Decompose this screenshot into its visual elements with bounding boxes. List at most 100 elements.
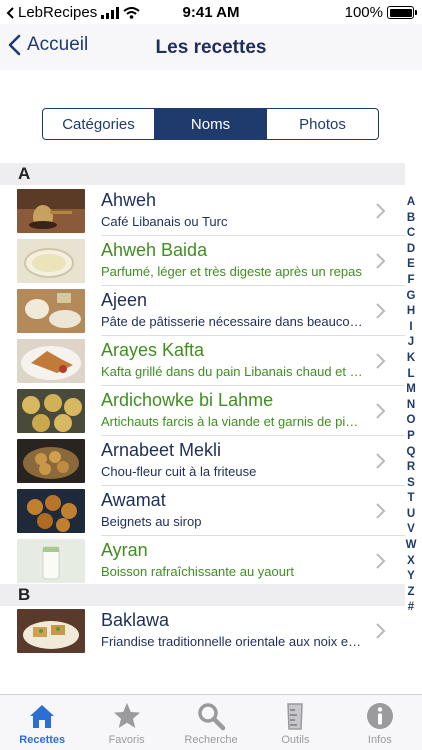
recipe-thumbnail [17, 189, 85, 233]
section-header-b: B [0, 584, 405, 606]
tab-recettes[interactable]: Recettes [0, 695, 84, 750]
tab-recherche[interactable]: Recherche [169, 695, 253, 750]
index-letter[interactable]: J [408, 335, 414, 351]
recipe-row-ardichowke-bi-lahme[interactable]: Ardichowke bi Lahme Artichauts farcis à … [0, 386, 405, 436]
tab-favoris[interactable]: Favoris [84, 695, 168, 750]
recipe-row-awamat[interactable]: Awamat Beignets au sirop [0, 486, 405, 536]
recipe-subtitle: Artichauts farcis à la viande et garnis … [101, 414, 363, 429]
recipe-thumbnail [17, 609, 85, 653]
recipe-row-ayran[interactable]: Ayran Boisson rafraîchissante au yaourt [0, 536, 405, 586]
segment-categories[interactable]: Catégories [43, 109, 155, 139]
tab-outils[interactable]: Outils [253, 695, 337, 750]
index-letter[interactable]: E [407, 257, 415, 273]
house-icon [30, 705, 55, 728]
recipe-subtitle: Café Libanais ou Turc [101, 214, 228, 229]
index-letter[interactable]: X [407, 554, 415, 570]
tab-label: Favoris [108, 734, 145, 746]
recipe-row-baklawa[interactable]: Baklawa Friandise traditionnelle orienta… [0, 606, 405, 656]
battery-icon [387, 6, 417, 19]
chevron-right-icon [376, 303, 386, 319]
index-letter[interactable]: Y [407, 569, 415, 585]
index-letter[interactable]: F [407, 273, 414, 289]
recipe-title: Arnabeet Mekli [101, 440, 222, 460]
index-letter[interactable]: I [409, 320, 412, 336]
recipe-subtitle: Beignets au sirop [101, 514, 202, 529]
chevron-right-icon [376, 203, 386, 219]
chevron-right-icon [376, 403, 386, 419]
navigation-bar: Accueil Les recettes [0, 24, 422, 70]
recipe-row-ahweh[interactable]: Ahweh Café Libanais ou Turc [0, 186, 405, 236]
index-letter[interactable]: Q [407, 445, 416, 461]
page-title: Les recettes [155, 37, 267, 58]
index-letter[interactable]: K [407, 351, 415, 367]
recipe-title: Baklawa [101, 610, 170, 630]
index-letter[interactable]: N [407, 398, 415, 414]
index-letter[interactable]: L [407, 367, 414, 383]
recipe-row-ahweh-baida[interactable]: Ahweh Baida Parfumé, léger et très diges… [0, 236, 405, 286]
chevron-right-icon [376, 503, 386, 519]
recipe-thumbnail [17, 289, 85, 333]
chevron-right-icon [376, 353, 386, 369]
chevron-right-icon [376, 253, 386, 269]
recipe-row-ajeen[interactable]: Ajeen Pâte de pâtisserie nécessaire dans… [0, 286, 405, 336]
index-letter[interactable]: U [407, 507, 415, 523]
status-bar: LebRecipes 9:41 AM 100% [0, 0, 422, 24]
recipe-title: Ayran [101, 540, 148, 560]
recipe-title: Ajeen [101, 290, 148, 310]
measuring-cup-icon [287, 703, 304, 730]
recipe-subtitle: Kafta grillé dans du pain Libanais chaud… [101, 364, 363, 379]
magnifier-icon [198, 703, 226, 731]
tab-bar: Recettes Favoris Recherche Outils Infos [0, 694, 422, 750]
tab-label: Recettes [19, 734, 66, 746]
recipe-row-arayes-kafta[interactable]: Arayes Kafta Kafta grillé dans du pain L… [0, 336, 405, 386]
recipe-title: Ahweh [101, 190, 157, 210]
recipe-row-arnabeet-mekli[interactable]: Arnabeet Mekli Chou-fleur cuit à la frit… [0, 436, 405, 486]
recipe-title: Ardichowke bi Lahme [101, 390, 274, 410]
index-letter[interactable]: G [407, 289, 416, 305]
segmented-control: Catégories Noms Photos [42, 108, 379, 140]
star-icon [113, 703, 140, 728]
index-letter[interactable]: T [407, 491, 414, 507]
chevron-right-icon [376, 623, 386, 639]
recipe-subtitle: Boisson rafraîchissante au yaourt [101, 564, 294, 579]
index-letter[interactable]: W [406, 538, 417, 554]
status-right: 100% [344, 4, 417, 21]
recipe-thumbnail [17, 339, 85, 383]
section-header-a: A [0, 163, 405, 185]
recipe-thumbnail [17, 539, 85, 583]
index-letter[interactable]: B [407, 211, 415, 227]
recipe-thumbnail [17, 439, 85, 483]
index-letter[interactable]: # [408, 600, 414, 616]
segment-photos[interactable]: Photos [267, 109, 378, 139]
chevron-right-icon [376, 553, 386, 569]
recipe-subtitle: Parfumé, léger et très digeste après un … [101, 264, 362, 279]
recipe-subtitle: Chou-fleur cuit à la friteuse [101, 464, 257, 479]
tab-infos[interactable]: Infos [338, 695, 422, 750]
recipe-title: Arayes Kafta [101, 340, 205, 360]
index-letter[interactable]: V [407, 522, 415, 538]
tab-label: Recherche [184, 734, 238, 746]
index-letter[interactable]: H [407, 304, 415, 320]
tab-label: Infos [367, 734, 392, 746]
battery-percent: 100% [344, 4, 383, 21]
chevron-right-icon [376, 453, 386, 469]
index-letter[interactable]: Z [407, 585, 414, 601]
info-icon [366, 703, 393, 729]
index-letter[interactable]: D [407, 242, 415, 258]
alphabet-index[interactable]: A B C D E F G H I J K L M N O P Q R S T U V W X Y Z # [404, 195, 418, 616]
index-letter[interactable]: C [407, 226, 415, 242]
index-letter[interactable]: A [407, 195, 415, 211]
index-letter[interactable]: R [407, 460, 415, 476]
recipe-thumbnail [17, 389, 85, 433]
index-letter[interactable]: M [406, 382, 416, 398]
recipe-thumbnail [17, 489, 85, 533]
index-letter[interactable]: P [407, 429, 415, 445]
index-letter[interactable]: O [407, 413, 416, 429]
segment-names[interactable]: Noms [155, 109, 267, 139]
recipe-title: Ahweh Baida [101, 240, 208, 260]
recipe-thumbnail [17, 239, 85, 283]
index-letter[interactable]: S [407, 476, 415, 492]
tab-label: Outils [281, 734, 310, 746]
recipe-title: Awamat [101, 490, 166, 510]
recipe-subtitle: Pâte de pâtisserie nécessaire dans beauc… [101, 314, 363, 329]
